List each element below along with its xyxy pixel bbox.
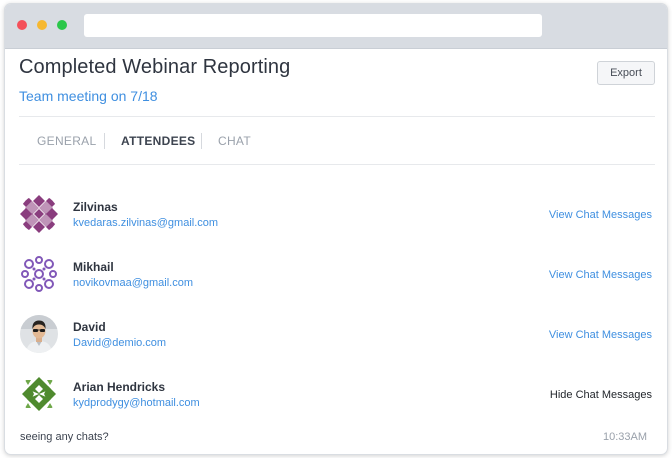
tab-chat[interactable]: CHAT (218, 132, 251, 150)
browser-window: Completed Webinar Reporting Team meeting… (4, 3, 668, 455)
chat-message-text: seeing any chats? (20, 431, 109, 443)
photo-avatar (20, 315, 58, 353)
attendee-name: Arian Hendricks (73, 380, 166, 394)
tabs-divider (19, 164, 655, 165)
attendee-row: Zilvinas kvedaras.zilvinas@gmail.com Vie… (5, 194, 667, 242)
tab-attendees[interactable]: ATTENDEES (121, 132, 195, 150)
attendee-name: Mikhail (73, 260, 114, 274)
page-title: Completed Webinar Reporting (19, 56, 291, 78)
attendee-email-link[interactable]: novikovmaa@gmail.com (73, 277, 193, 289)
attendee-row: David David@demio.com View Chat Messages (5, 314, 667, 362)
attendee-email-link[interactable]: kvedaras.zilvinas@gmail.com (73, 217, 218, 229)
address-bar[interactable] (84, 14, 542, 37)
chat-message-time: 10:33AM (602, 431, 647, 443)
minimize-window-icon[interactable] (37, 20, 47, 30)
purple-pattern-avatar (20, 195, 58, 233)
webinar-subtitle-link[interactable]: Team meeting on 7/18 (19, 88, 158, 104)
attendee-name: David (73, 320, 106, 334)
window-titlebar (5, 4, 667, 49)
attendee-row: Mikhail novikovmaa@gmail.com View Chat M… (5, 254, 667, 302)
header-divider (19, 116, 655, 117)
view-chat-messages-link[interactable]: View Chat Messages (549, 209, 652, 221)
attendee-name: Zilvinas (73, 200, 118, 214)
attendee-row: Arian Hendricks kydprodygy@hotmail.com H… (5, 374, 667, 422)
green-pattern-avatar (20, 375, 58, 413)
maximize-window-icon[interactable] (57, 20, 67, 30)
hide-chat-messages-link[interactable]: Hide Chat Messages (550, 389, 652, 401)
attendee-email-link[interactable]: David@demio.com (73, 337, 166, 349)
view-chat-messages-link[interactable]: View Chat Messages (549, 269, 652, 281)
attendee-email-link[interactable]: kydprodygy@hotmail.com (73, 397, 200, 409)
violet-pattern-avatar (20, 255, 58, 293)
tab-divider (201, 133, 202, 149)
tab-general[interactable]: GENERAL (37, 132, 96, 150)
close-window-icon[interactable] (17, 20, 27, 30)
tab-divider (104, 133, 105, 149)
export-button[interactable]: Export (597, 61, 655, 85)
view-chat-messages-link[interactable]: View Chat Messages (549, 329, 652, 341)
